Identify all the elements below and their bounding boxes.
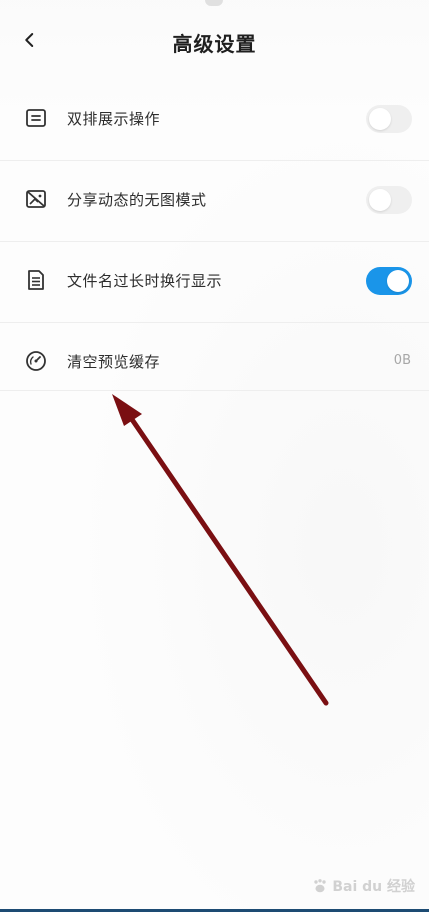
toggle-knob bbox=[369, 108, 391, 130]
page-title: 高级设置 bbox=[172, 32, 257, 56]
toggle-knob bbox=[369, 189, 391, 211]
list-box-icon bbox=[24, 106, 48, 130]
no-image-icon bbox=[24, 187, 48, 211]
setting-label-clear-preview-cache: 清空预览缓存 bbox=[67, 353, 161, 371]
annotation-arrow-shaft bbox=[128, 415, 329, 706]
cache-size-value: 0B bbox=[393, 353, 411, 368]
setting-row-clear-preview-cache[interactable]: 清空预览缓存 0B bbox=[0, 323, 429, 391]
settings-page: 高级设置 双排展示操作 分享动态的无图模式 文件名过长时换行显示 清空预览缓存 … bbox=[0, 0, 429, 912]
setting-label-wrap-long-filename: 文件名过长时换行显示 bbox=[67, 272, 223, 290]
watermark-text: Bai du 经验 bbox=[332, 879, 415, 895]
header-bar: 高级设置 bbox=[0, 0, 429, 80]
setting-label-no-image-share: 分享动态的无图模式 bbox=[67, 191, 207, 209]
annotation-arrow-head bbox=[112, 394, 142, 426]
baidu-watermark: Bai du 经验 bbox=[312, 876, 415, 896]
setting-label-dual-row-actions: 双排展示操作 bbox=[67, 110, 161, 128]
toggle-dual-row-actions[interactable] bbox=[366, 105, 412, 133]
settings-list: 双排展示操作 分享动态的无图模式 文件名过长时换行显示 清空预览缓存 0B bbox=[0, 80, 429, 391]
setting-row-dual-row-actions[interactable]: 双排展示操作 bbox=[0, 80, 429, 161]
setting-row-no-image-share[interactable]: 分享动态的无图模式 bbox=[0, 161, 429, 242]
baidu-paw-icon bbox=[314, 879, 327, 893]
toggle-knob bbox=[387, 270, 409, 292]
document-icon bbox=[24, 268, 48, 292]
toggle-wrap-long-filename[interactable] bbox=[366, 267, 412, 295]
gauge-icon bbox=[24, 349, 48, 373]
toggle-no-image-share[interactable] bbox=[366, 186, 412, 214]
setting-row-wrap-long-filename[interactable]: 文件名过长时换行显示 bbox=[0, 242, 429, 323]
